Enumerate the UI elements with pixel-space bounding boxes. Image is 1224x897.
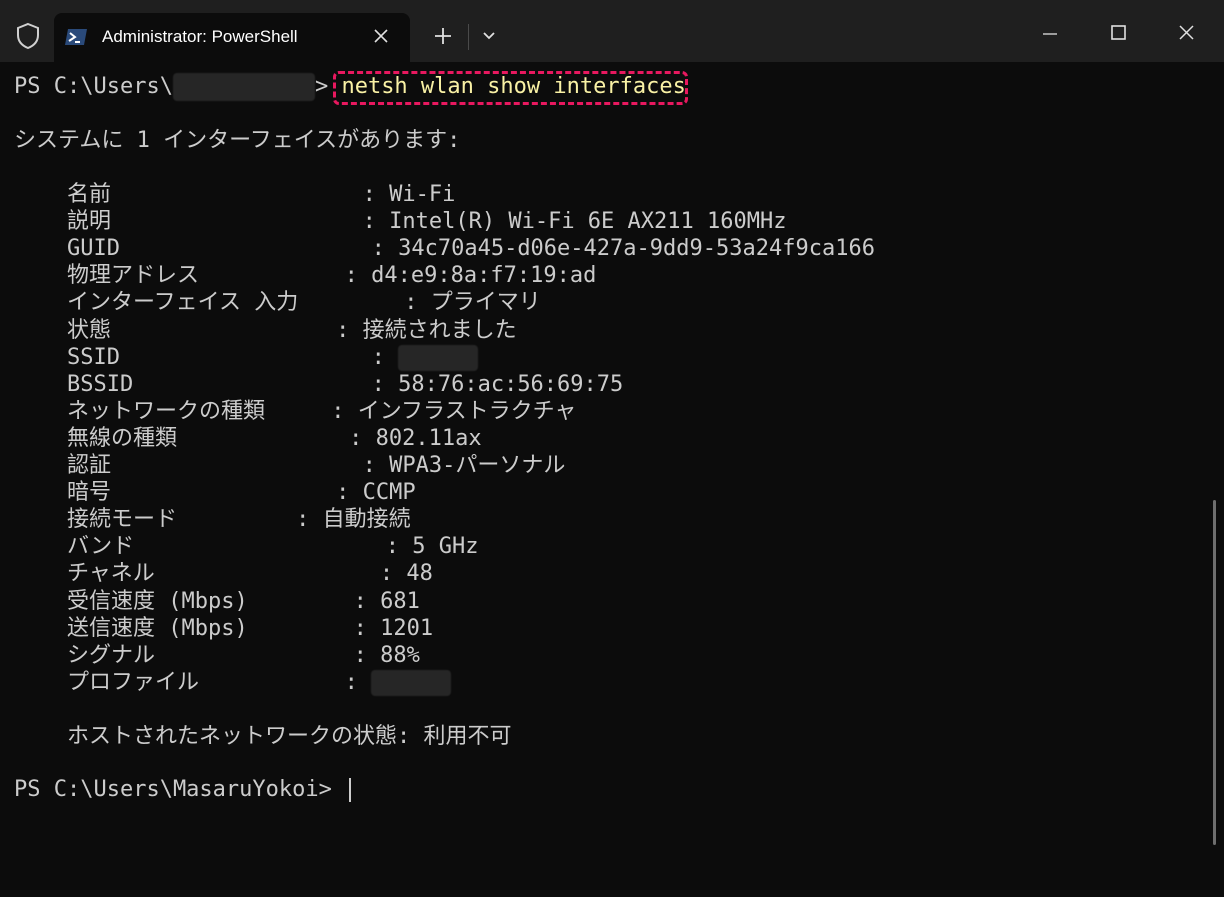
maximize-icon[interactable]	[1098, 18, 1138, 48]
detail-row: チャネル : 48	[14, 561, 433, 586]
powershell-icon	[65, 29, 87, 45]
minimize-icon[interactable]	[1030, 18, 1070, 48]
tab-separator	[468, 24, 469, 50]
detail-row: シグナル : 88%	[14, 643, 420, 668]
text-cursor	[349, 778, 352, 802]
prompt-prefix: PS C:\Users\	[14, 74, 173, 99]
detail-row: 名前 : Wi-Fi	[14, 182, 456, 207]
detail-row: 送信速度 (Mbps) : 1201	[14, 616, 434, 641]
tab-title: Administrator: PowerShell	[102, 27, 298, 46]
plus-icon[interactable]	[428, 23, 458, 49]
close-window-icon[interactable]	[1166, 18, 1206, 48]
detail-row: BSSID : 58:76:ac:56:69:75	[14, 372, 624, 397]
redacted-value	[398, 345, 479, 371]
redacted-username	[172, 73, 315, 101]
detail-row: 説明 : Intel(R) Wi-Fi 6E AX211 160MHz	[14, 209, 787, 234]
redacted-value	[371, 670, 452, 696]
title-bar: Administrator: PowerShell	[0, 0, 1224, 62]
detail-row: 物理アドレス : d4:e9:8a:f7:19:ad	[14, 263, 597, 288]
chevron-down-icon[interactable]	[476, 26, 502, 46]
detail-row: ホストされたネットワークの状態: 利用不可	[14, 724, 512, 749]
interface-summary: システムに 1 インターフェイスがあります:	[14, 128, 461, 153]
detail-row: 暗号 : CCMP	[14, 480, 416, 505]
detail-row: ネットワークの種類 : インフラストラクチャ	[14, 399, 577, 424]
shield-icon	[17, 22, 39, 50]
detail-row: 受信速度 (Mbps) : 681	[14, 589, 420, 614]
detail-row: 接続モード : 自動接続	[14, 507, 411, 532]
prompt-line-2: PS C:\Users\MasaruYokoi>	[14, 776, 352, 803]
detail-row: バンド : 5 GHz	[14, 534, 479, 559]
detail-row: 認証 : WPA3-パーソナル	[14, 453, 566, 478]
scrollbar-thumb[interactable]	[1213, 500, 1216, 845]
tab-powershell[interactable]: Administrator: PowerShell	[54, 13, 410, 62]
detail-row: インターフェイス 入力 : プライマリ	[14, 290, 541, 315]
prompt-2: PS C:\Users\MasaruYokoi>	[14, 777, 346, 802]
close-icon[interactable]	[370, 25, 392, 47]
detail-row: SSID :	[14, 344, 479, 371]
detail-row: GUID : 34c70a45-d06e-427a-9dd9-53a24f9ca…	[14, 236, 875, 261]
detail-row: 状態 : 接続されました	[14, 318, 517, 343]
command-highlight	[333, 71, 688, 105]
detail-row: プロファイル :	[14, 669, 452, 696]
detail-row: 無線の種類 : 802.11ax	[14, 426, 482, 451]
